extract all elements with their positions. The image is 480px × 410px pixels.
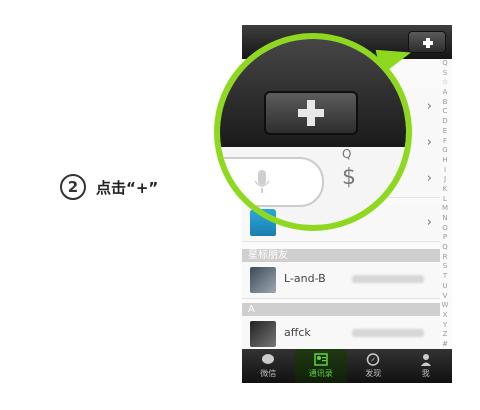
plus-icon bbox=[298, 100, 324, 126]
chat-icon bbox=[262, 354, 275, 364]
index-letter[interactable]: T bbox=[443, 272, 447, 281]
instruction-text: 点击“+” bbox=[96, 178, 159, 197]
tab-discover[interactable]: 发现 bbox=[347, 349, 400, 383]
index-letter[interactable]: ☆ bbox=[442, 78, 448, 87]
add-button[interactable] bbox=[408, 31, 446, 53]
avatar bbox=[250, 321, 276, 347]
section-header-a: A bbox=[242, 303, 440, 316]
index-letter[interactable]: J bbox=[444, 175, 446, 184]
index-letter[interactable]: G bbox=[442, 146, 447, 155]
index-letter[interactable]: N bbox=[442, 214, 447, 223]
tab-label: 微信 bbox=[260, 369, 277, 378]
index-letter[interactable]: L bbox=[443, 195, 447, 204]
contact-row[interactable]: affck bbox=[242, 316, 440, 353]
search-bar-magnified[interactable] bbox=[220, 157, 324, 207]
index-letter[interactable]: V bbox=[443, 292, 448, 301]
index-letter[interactable]: K bbox=[443, 185, 448, 194]
person-icon bbox=[420, 354, 431, 366]
index-letter[interactable]: F bbox=[443, 137, 447, 146]
index-letter[interactable]: U bbox=[442, 282, 447, 291]
step-number-badge: 2 bbox=[60, 174, 86, 200]
index-letter[interactable]: # bbox=[442, 340, 448, 349]
contact-row[interactable]: L-and-B bbox=[242, 262, 440, 299]
index-letter[interactable]: A bbox=[443, 88, 448, 97]
plus-icon bbox=[423, 38, 433, 48]
search-icon: Q bbox=[342, 147, 352, 161]
index-letter[interactable]: P bbox=[443, 233, 447, 242]
index-letter[interactable]: S bbox=[443, 69, 447, 78]
alphabet-index[interactable]: Q S ☆ A B C D E F G H I J K L M N O P Q R S T U V W X Y Z # bbox=[440, 59, 450, 349]
add-button-magnified[interactable] bbox=[264, 91, 358, 135]
tab-chats[interactable]: 微信 bbox=[242, 349, 295, 383]
tab-label: 通讯录 bbox=[308, 369, 333, 378]
contact-name: L-and-B bbox=[284, 272, 326, 285]
index-letter[interactable]: E bbox=[443, 127, 447, 136]
index-letter[interactable]: Q bbox=[442, 59, 448, 68]
chevron-right-icon: › bbox=[426, 215, 432, 230]
index-letter[interactable]: I bbox=[444, 166, 446, 175]
tab-contacts[interactable]: 通讯录 bbox=[294, 349, 347, 383]
index-letter[interactable]: R bbox=[443, 253, 448, 262]
blurred-text bbox=[352, 329, 424, 337]
microphone-icon bbox=[254, 170, 270, 193]
compass-icon bbox=[367, 353, 380, 366]
index-letter[interactable]: C bbox=[443, 107, 448, 116]
index-letter[interactable]: H bbox=[442, 156, 447, 165]
chevron-right-icon: › bbox=[426, 99, 432, 114]
avatar bbox=[250, 267, 276, 293]
section-header-starred: 星标朋友 bbox=[242, 249, 440, 262]
tab-me[interactable]: 我 bbox=[400, 349, 453, 383]
chevron-right-icon: › bbox=[426, 171, 432, 186]
tab-label: 发现 bbox=[365, 369, 382, 378]
instruction: 2 点击“+” bbox=[60, 174, 158, 200]
contacts-icon bbox=[314, 353, 328, 366]
index-letter[interactable]: Q bbox=[442, 243, 448, 252]
index-symbol: $ bbox=[342, 165, 356, 190]
index-letter[interactable]: Z bbox=[443, 330, 448, 339]
magnifier-callout: Q $ bbox=[214, 33, 412, 231]
index-letter[interactable]: B bbox=[443, 98, 448, 107]
index-letter[interactable]: O bbox=[442, 224, 448, 233]
index-letter[interactable]: X bbox=[443, 311, 448, 320]
index-letter[interactable]: W bbox=[442, 301, 449, 310]
contact-name: affck bbox=[284, 326, 311, 339]
tab-bar: 微信 通讯录 发现 我 bbox=[242, 349, 452, 383]
index-letter[interactable]: D bbox=[442, 117, 447, 126]
chevron-right-icon: › bbox=[426, 135, 432, 150]
index-letter[interactable]: S bbox=[443, 262, 447, 271]
index-letter[interactable]: Y bbox=[443, 321, 447, 330]
magnified-top-bar bbox=[220, 39, 406, 147]
index-letter[interactable]: M bbox=[442, 204, 448, 213]
tab-label: 我 bbox=[421, 369, 430, 378]
blurred-text bbox=[352, 275, 424, 283]
